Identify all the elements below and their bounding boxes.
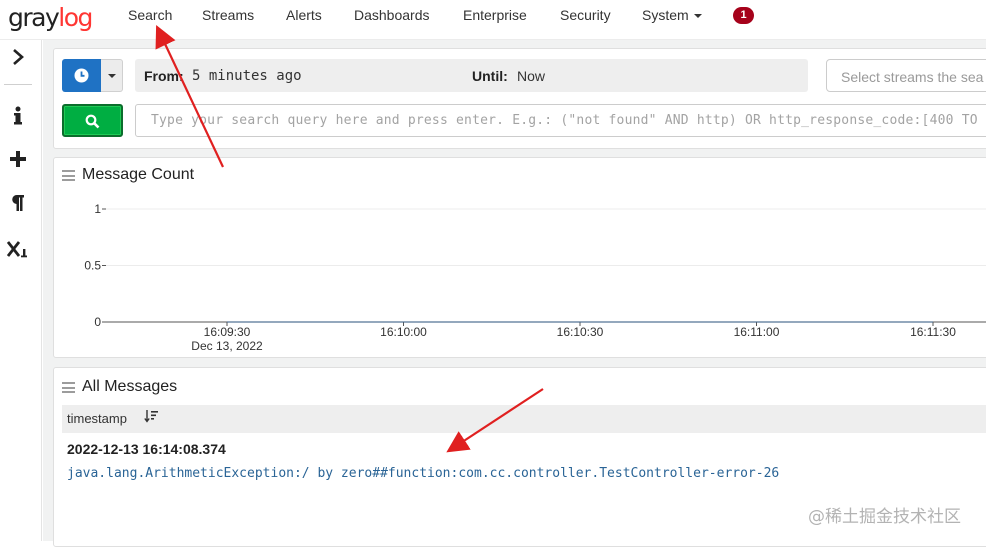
y-tick-label: 0.5 [84,259,101,273]
search-query-input[interactable]: Type your search query here and press en… [135,104,986,137]
y-tick-label: 0 [94,315,101,329]
streams-placeholder: Select streams the sea [841,69,984,85]
messages-table-header: timestamp [62,405,986,433]
drag-handle-icon[interactable] [62,170,75,181]
until-label: Until: [472,68,508,84]
search-icon [85,114,100,129]
message-content[interactable]: java.lang.ArithmeticException:/ by zero#… [67,466,779,481]
watermark-text: @稀土掘金技术社区 [808,507,961,527]
nav-dashboards[interactable]: Dashboards [354,7,430,23]
all-messages-title: All Messages [82,378,178,395]
x-tick-date-label: Dec 13, 2022 [191,339,263,353]
chevron-right-icon[interactable] [0,48,36,72]
message-count-chart: 1 0.5 0 16:09:30 16:10:00 16:10:30 16:11:00 16:… [84,202,986,353]
x-tick-label: 16:10:00 [380,325,427,339]
top-navbar: graylog Search Streams Alerts Dashboards… [0,0,986,40]
x-tick-label: 16:11:00 [734,325,780,339]
sort-descending-icon[interactable] [144,409,158,426]
nav-security[interactable]: Security [560,7,611,23]
until-value: Now [517,68,546,84]
x-tick-label: 16:10:30 [557,325,604,339]
message-count-title: Message Count [82,166,195,183]
query-placeholder: Type your search query here and press en… [151,113,986,128]
from-value: 5 minutes ago [192,68,302,84]
sidebar-divider [4,84,32,85]
nav-system-dropdown[interactable]: System [642,7,702,23]
caret-down-icon [693,14,702,19]
search-sidebar [0,40,42,541]
graylog-logo[interactable]: graylog [8,3,93,32]
timestamp-column-header[interactable]: timestamp [67,411,127,426]
clock-icon [74,68,89,83]
plus-icon[interactable] [0,150,36,174]
y-tick-label: 1 [94,202,101,216]
drag-handle-icon[interactable] [62,382,75,393]
streams-select[interactable]: Select streams the sea [826,59,986,92]
x-tick-label: 16:11:30 [910,325,956,339]
nav-search[interactable]: Search [128,7,172,23]
message-timestamp[interactable]: 2022-12-13 16:14:08.374 [67,441,226,457]
nav-enterprise[interactable]: Enterprise [463,7,527,23]
time-range-display[interactable]: From: 5 minutes ago Until: Now [135,59,808,92]
search-submit-button[interactable] [62,104,123,137]
nav-system-label: System [642,7,689,23]
caret-down-icon [108,74,116,78]
pilcrow-icon[interactable] [0,194,36,218]
info-icon[interactable] [0,106,36,132]
notification-badge[interactable]: 1 [733,7,754,24]
subscript-icon[interactable] [0,240,36,264]
nav-alerts[interactable]: Alerts [286,7,322,23]
x-tick-label: 16:09:30 [204,325,251,339]
time-range-type-button[interactable] [62,59,101,92]
nav-streams[interactable]: Streams [202,7,254,23]
from-label: From: [144,68,184,84]
time-range-dropdown-toggle[interactable] [101,59,123,92]
